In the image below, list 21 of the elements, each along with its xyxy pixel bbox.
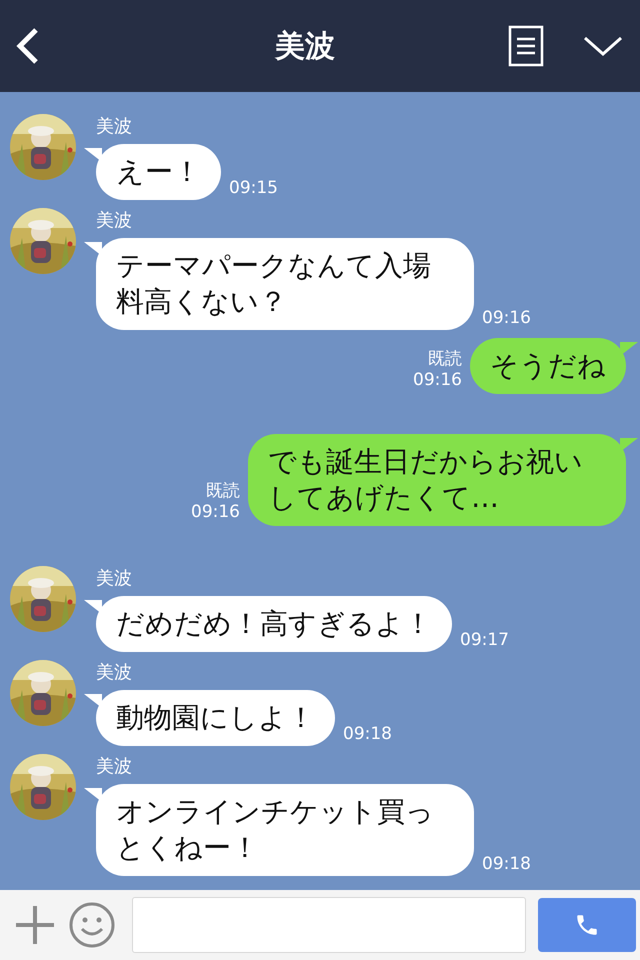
message-time: 09:16 (413, 370, 462, 390)
plus-icon[interactable] (14, 904, 56, 946)
sender-name: 美波 (96, 115, 133, 138)
sender-name: 美波 (96, 567, 133, 590)
sender-name: 美波 (96, 209, 133, 232)
message-time: 09:17 (460, 630, 509, 650)
sender-name: 美波 (96, 755, 133, 778)
read-receipt: 既読 (206, 480, 240, 502)
sender-name: 美波 (96, 661, 133, 684)
message-input[interactable] (132, 897, 526, 953)
message-time: 09:16 (191, 502, 240, 522)
chevron-down-icon[interactable] (582, 34, 624, 58)
chat-title: 美波 (274, 28, 336, 66)
message-time: 09:18 (482, 854, 531, 874)
message-time: 09:15 (229, 178, 278, 198)
message-time: 09:18 (343, 724, 392, 744)
call-button[interactable] (538, 898, 636, 952)
read-receipt: 既読 (428, 348, 462, 370)
notes-icon[interactable] (508, 25, 544, 67)
message-time: 09:16 (482, 308, 531, 328)
smiley-icon[interactable] (68, 901, 116, 949)
